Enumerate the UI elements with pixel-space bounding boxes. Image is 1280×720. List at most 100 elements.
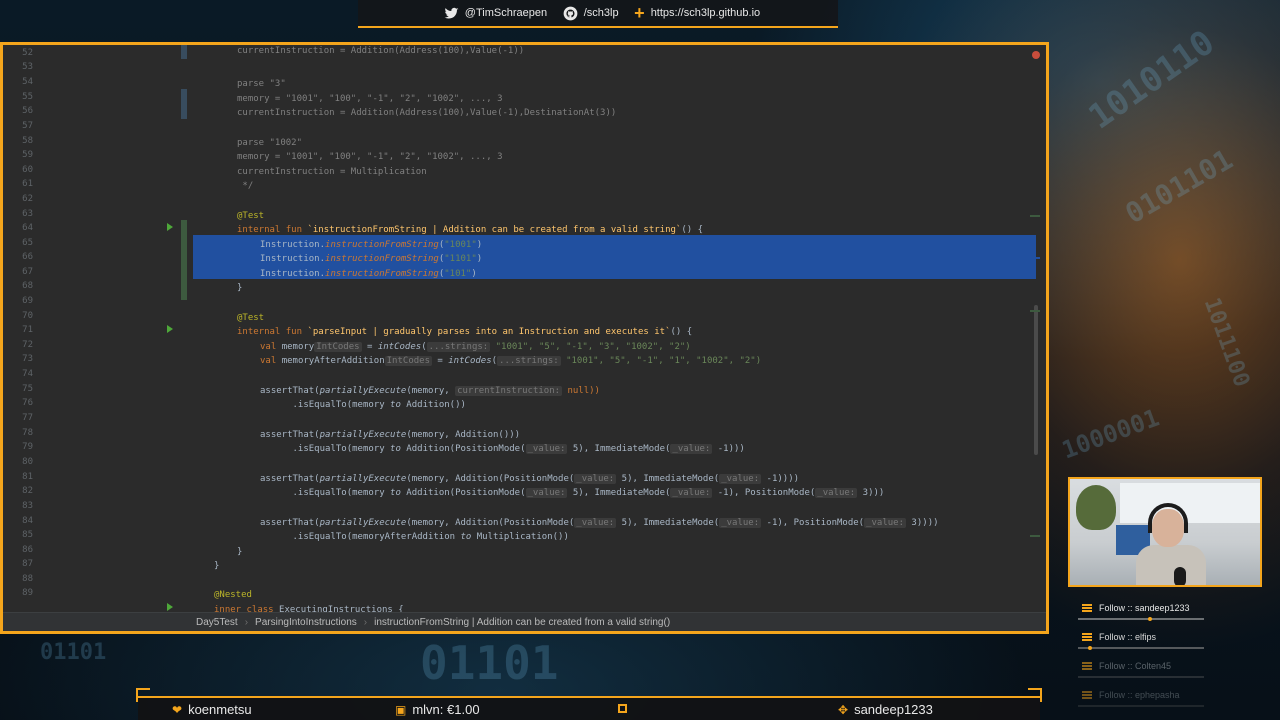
line-number: 87: [22, 559, 33, 569]
follow-label: Follow :: elfips: [1099, 632, 1157, 642]
code-line-88: @Nested: [214, 590, 252, 600]
line-number: 53: [22, 62, 33, 72]
square-icon: [618, 704, 627, 713]
plus-icon: +: [634, 3, 645, 23]
code-line-86: }: [237, 547, 243, 557]
ide-editor: 52 53 54 55 56 57 58 59 60 61 62 63 64 65 66 67 68 69 70 71…: [0, 42, 1049, 634]
run-test-icon[interactable]: [167, 325, 173, 333]
github-icon: [563, 6, 578, 20]
github-handle: /sch3lp: [583, 7, 619, 19]
line-number: 61: [22, 179, 33, 189]
code-area[interactable]: currentInstruction = Addition(Address(10…: [193, 45, 1046, 615]
code-line-76: .isEqualTo(memory to Addition()): [260, 400, 466, 410]
line-number: 71: [22, 325, 33, 335]
line-number: 55: [22, 92, 33, 102]
line-number: 54: [22, 77, 33, 87]
line-number: 78: [22, 428, 33, 438]
editor-gutter: 52 53 54 55 56 57 58 59 60 61 62 63 64 65 66 67 68 69 70 71…: [3, 45, 193, 615]
code-line-78: assertThat(partiallyExecute(memory, Addi…: [260, 430, 521, 440]
breadcrumb-item[interactable]: Day5Test: [196, 617, 245, 628]
code-line-68: }: [237, 283, 243, 293]
bar-corner: [1028, 688, 1042, 702]
background-digits: 1011100: [1198, 294, 1254, 391]
background-digits: 0101101: [1119, 142, 1239, 231]
code-line-58: parse "1002": [237, 138, 303, 148]
heart-icon: ❤: [172, 702, 183, 717]
code-line-70: @Test: [237, 313, 265, 323]
line-number: 80: [22, 457, 33, 467]
code-line-79: .isEqualTo(memory to Addition(PositionMo…: [260, 444, 745, 454]
code-line-55: memory = "1001", "100", "-1", "2", "1002…: [237, 94, 503, 104]
website-link[interactable]: + https://sch3lp.github.io: [634, 4, 760, 22]
follow-item: Follow :: sandeep1233: [1078, 600, 1268, 628]
scroll-marker: [1030, 535, 1040, 537]
follow-bars-icon: [1082, 633, 1092, 641]
code-line-82: .isEqualTo(memory to Addition(PositionMo…: [260, 488, 885, 498]
line-number: 89: [22, 588, 33, 598]
follow-bars-icon: [1082, 604, 1092, 612]
follow-dot: [1148, 617, 1152, 621]
breadcrumb-item[interactable]: instructionFromString | Addition can be …: [374, 617, 677, 628]
line-number: 79: [22, 442, 33, 452]
code-line-81: assertThat(partiallyExecute(memory, Addi…: [260, 474, 800, 484]
line-number: 57: [22, 121, 33, 131]
follow-item: Follow :: ephepasha: [1078, 687, 1268, 715]
code-line-61: */: [237, 181, 254, 191]
latest-donation: ▣ mlvn: €1.00: [395, 702, 480, 717]
github-link[interactable]: /sch3lp: [563, 6, 619, 21]
twitter-handle: @TimSchraepen: [464, 7, 548, 19]
star-icon: ✥: [838, 702, 849, 717]
line-number: 77: [22, 413, 33, 423]
run-test-icon[interactable]: [167, 223, 173, 231]
scroll-marker: [1030, 257, 1040, 259]
line-number: 63: [22, 209, 33, 219]
code-line-60: currentInstruction = Multiplication: [237, 167, 427, 177]
line-number: 83: [22, 501, 33, 511]
breadcrumb-item[interactable]: ParsingIntoInstructions: [255, 617, 364, 628]
follow-dot: [1088, 646, 1092, 650]
line-number: 59: [22, 150, 33, 160]
background-digits: 1000001: [1058, 403, 1163, 465]
line-number: 73: [22, 354, 33, 364]
code-line-63: @Test: [237, 211, 265, 221]
follow-item: Follow :: elfips: [1078, 629, 1268, 657]
vertical-scrollbar[interactable]: [1034, 305, 1038, 455]
line-number: 66: [22, 252, 33, 262]
follow-underline: [1078, 705, 1204, 707]
follow-bars-icon: [1082, 662, 1092, 670]
latest-follower-name: koenmetsu: [188, 702, 252, 717]
follow-underline: [1078, 676, 1204, 678]
code-line-65: Instruction.instructionFromString("1001"…: [260, 240, 483, 250]
code-line-85: .isEqualTo(memoryAfterAddition to Multip…: [260, 532, 569, 542]
line-number: 52: [22, 48, 33, 58]
code-line-73: val memoryAfterAddition IntCodes = intCod…: [260, 356, 762, 366]
line-number: 85: [22, 530, 33, 540]
breadcrumb-separator: ›: [363, 616, 368, 628]
code-line-87: }: [214, 561, 220, 571]
error-indicator-icon[interactable]: [1032, 51, 1040, 59]
line-number: 75: [22, 384, 33, 394]
microphone-icon: [1174, 567, 1186, 585]
follow-bars-icon: [1082, 691, 1092, 699]
run-test-icon[interactable]: [167, 603, 173, 611]
line-number: 62: [22, 194, 33, 204]
line-number: 69: [22, 296, 33, 306]
code-line-59: memory = "1001", "100", "-1", "2", "1002…: [237, 152, 503, 162]
twitter-link[interactable]: @TimSchraepen: [444, 6, 547, 21]
code-line-52: currentInstruction = Addition(Address(10…: [237, 46, 525, 56]
line-number: 64: [22, 223, 33, 233]
center-marker: [618, 704, 627, 713]
line-number: 70: [22, 311, 33, 321]
code-line-54: parse "3": [237, 79, 286, 89]
breadcrumb: Day5Test › ParsingIntoInstructions › ins…: [3, 612, 1046, 631]
follow-underline: [1078, 647, 1204, 649]
follow-underline: [1078, 618, 1204, 620]
line-number: 84: [22, 516, 33, 526]
donation-icon: ▣: [395, 702, 407, 717]
latest-subscriber-name: sandeep1233: [854, 702, 933, 717]
twitter-icon: [444, 7, 459, 19]
code-line-67: Instruction.instructionFromString("101"): [260, 269, 477, 279]
code-line-64: internal fun `instructionFromString | Ad…: [237, 225, 704, 235]
latest-donation-text: mlvn: €1.00: [412, 702, 480, 717]
code-line-72: val memory IntCodes = intCodes(...strings…: [260, 342, 691, 352]
